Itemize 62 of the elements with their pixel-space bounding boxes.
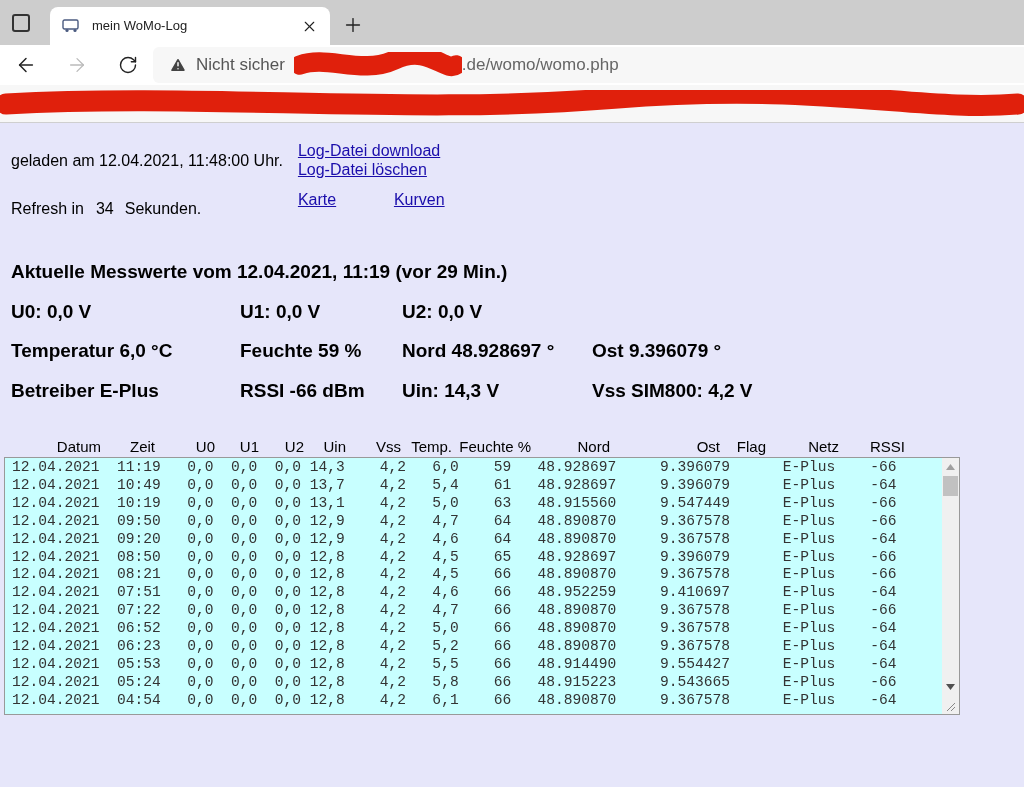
warning-icon — [169, 56, 187, 74]
column-header: Vss — [376, 438, 401, 455]
measurement-value: Temperatur 6,0 °C — [11, 340, 173, 361]
log-line: 12.04.2021 07:51 0,0 0,0 0,0 12,8 4,2 4,6 66 48.952259 9.410697 E-Plus -64 — [12, 584, 897, 603]
column-header: Feuchte % — [459, 438, 531, 455]
measurement-value: RSSI -66 dBm — [240, 379, 365, 401]
nav-link[interactable]: Karte — [297, 188, 394, 212]
log-line: 12.04.2021 07:22 0,0 0,0 0,0 12,8 4,2 4,7 66 48.890870 9.367578 E-Plus -66 — [12, 602, 897, 621]
refresh-label: Refresh in — [11, 199, 84, 219]
security-label: Nicht sicher — [196, 54, 285, 77]
log-line: 12.04.2021 09:20 0,0 0,0 0,0 12,9 4,2 4,6 64 48.890870 9.367578 E-Plus -64 — [12, 530, 897, 549]
tab-actions-icon[interactable] — [12, 14, 30, 32]
measurements-title: Aktuelle Messwerte vom 12.04.2021, 11:19 (vor 29 Min.) — [11, 260, 509, 284]
log-line: 12.04.2021 10:49 0,0 0,0 0,0 13,7 4,2 5,4 61 48.928697 9.396079 E-Plus -64 — [12, 476, 897, 495]
refresh-unit: Sekunden. — [124, 199, 202, 219]
url-text: .de/womo/womo.php — [461, 54, 619, 77]
log-line: 12.04.2021 11:19 0,0 0,0 0,0 14,3 4,2 6,0 59 48.928697 9.396079 E-Plus -66 — [12, 459, 897, 477]
log-line: 12.04.2021 05:24 0,0 0,0 0,0 12,8 4,2 5,8 66 48.915223 9.543665 E-Plus -66 — [12, 673, 897, 692]
measurement-value: Feuchte 59 % — [240, 340, 362, 361]
column-header: Netz — [808, 438, 839, 455]
loaded-text: geladen am 12.04.2021, 11:48:00 Uhr. — [11, 151, 283, 171]
file-link[interactable]: Log-Datei download — [297, 141, 441, 160]
measurement-value: U1: 0,0 V — [240, 300, 321, 322]
scrollbar-thumb[interactable] — [943, 476, 958, 496]
nav-link[interactable]: Kurven — [393, 188, 445, 212]
tab-title: mein WoMo-Log — [92, 17, 189, 36]
measurement-value: Vss SIM800: 4,2 V — [592, 379, 753, 401]
column-header: Flag — [736, 438, 766, 455]
refresh-seconds: 34 — [95, 199, 114, 219]
measurement-value: Uin: 14,3 V — [402, 379, 500, 401]
column-header: U1 — [239, 438, 259, 455]
column-header: Zeit — [130, 438, 155, 455]
resize-grip-icon[interactable] — [945, 702, 956, 712]
log-line: 12.04.2021 06:52 0,0 0,0 0,0 12,8 4,2 5,0 66 48.890870 9.367578 E-Plus -64 — [12, 620, 897, 639]
log-line: 12.04.2021 08:50 0,0 0,0 0,0 12,8 4,2 4,5 65 48.928697 9.396079 E-Plus -66 — [12, 548, 897, 567]
log-line: 12.04.2021 06:23 0,0 0,0 0,0 12,8 4,2 5,2 66 48.890870 9.367578 E-Plus -64 — [12, 638, 897, 656]
log-line: 12.04.2021 10:19 0,0 0,0 0,0 13,1 4,2 5,0 63 48.915560 9.547449 E-Plus -66 — [12, 494, 897, 513]
column-header: Nord — [577, 438, 610, 455]
column-header: Ost — [696, 438, 720, 455]
scroll-down-icon[interactable] — [946, 684, 955, 690]
column-header: Temp. — [411, 438, 452, 455]
log-textarea[interactable] — [4, 457, 960, 715]
scrollbar[interactable] — [942, 458, 959, 714]
address-bar[interactable]: Nicht sicher .de/womo/womo.php — [153, 47, 1024, 83]
measurement-value: U0: 0,0 V — [11, 300, 92, 322]
column-header: Datum — [56, 438, 101, 455]
column-header: RSSI — [870, 438, 905, 455]
column-header: Uin — [323, 438, 346, 455]
log-line: 12.04.2021 05:53 0,0 0,0 0,0 12,8 4,2 5,5 66 48.914490 9.554427 E-Plus -64 — [12, 655, 897, 674]
measurement-value: Betreiber E-Plus — [11, 379, 159, 401]
measurement-value: Ost 9.396079 ° — [592, 340, 722, 361]
measurement-value: Nord 48.928697 ° — [402, 340, 555, 361]
log-line: 12.04.2021 04:54 0,0 0,0 0,0 12,8 4,2 6,1 66 48.890870 9.367578 E-Plus -64 — [12, 691, 897, 710]
column-header: U2 — [284, 438, 304, 455]
file-link[interactable]: Log-Datei löschen — [297, 160, 427, 179]
browser-tab[interactable]: mein WoMo-Log — [50, 7, 330, 45]
camper-van-icon — [62, 19, 80, 33]
measurement-value: U2: 0,0 V — [402, 300, 483, 322]
log-line: 12.04.2021 08:21 0,0 0,0 0,0 12,8 4,2 4,5 66 48.890870 9.367578 E-Plus -66 — [12, 566, 897, 585]
reload-icon[interactable] — [118, 55, 138, 75]
log-line: 12.04.2021 09:50 0,0 0,0 0,0 12,9 4,2 4,7 64 48.890870 9.367578 E-Plus -66 — [12, 512, 897, 531]
column-header: U0 — [195, 438, 215, 455]
